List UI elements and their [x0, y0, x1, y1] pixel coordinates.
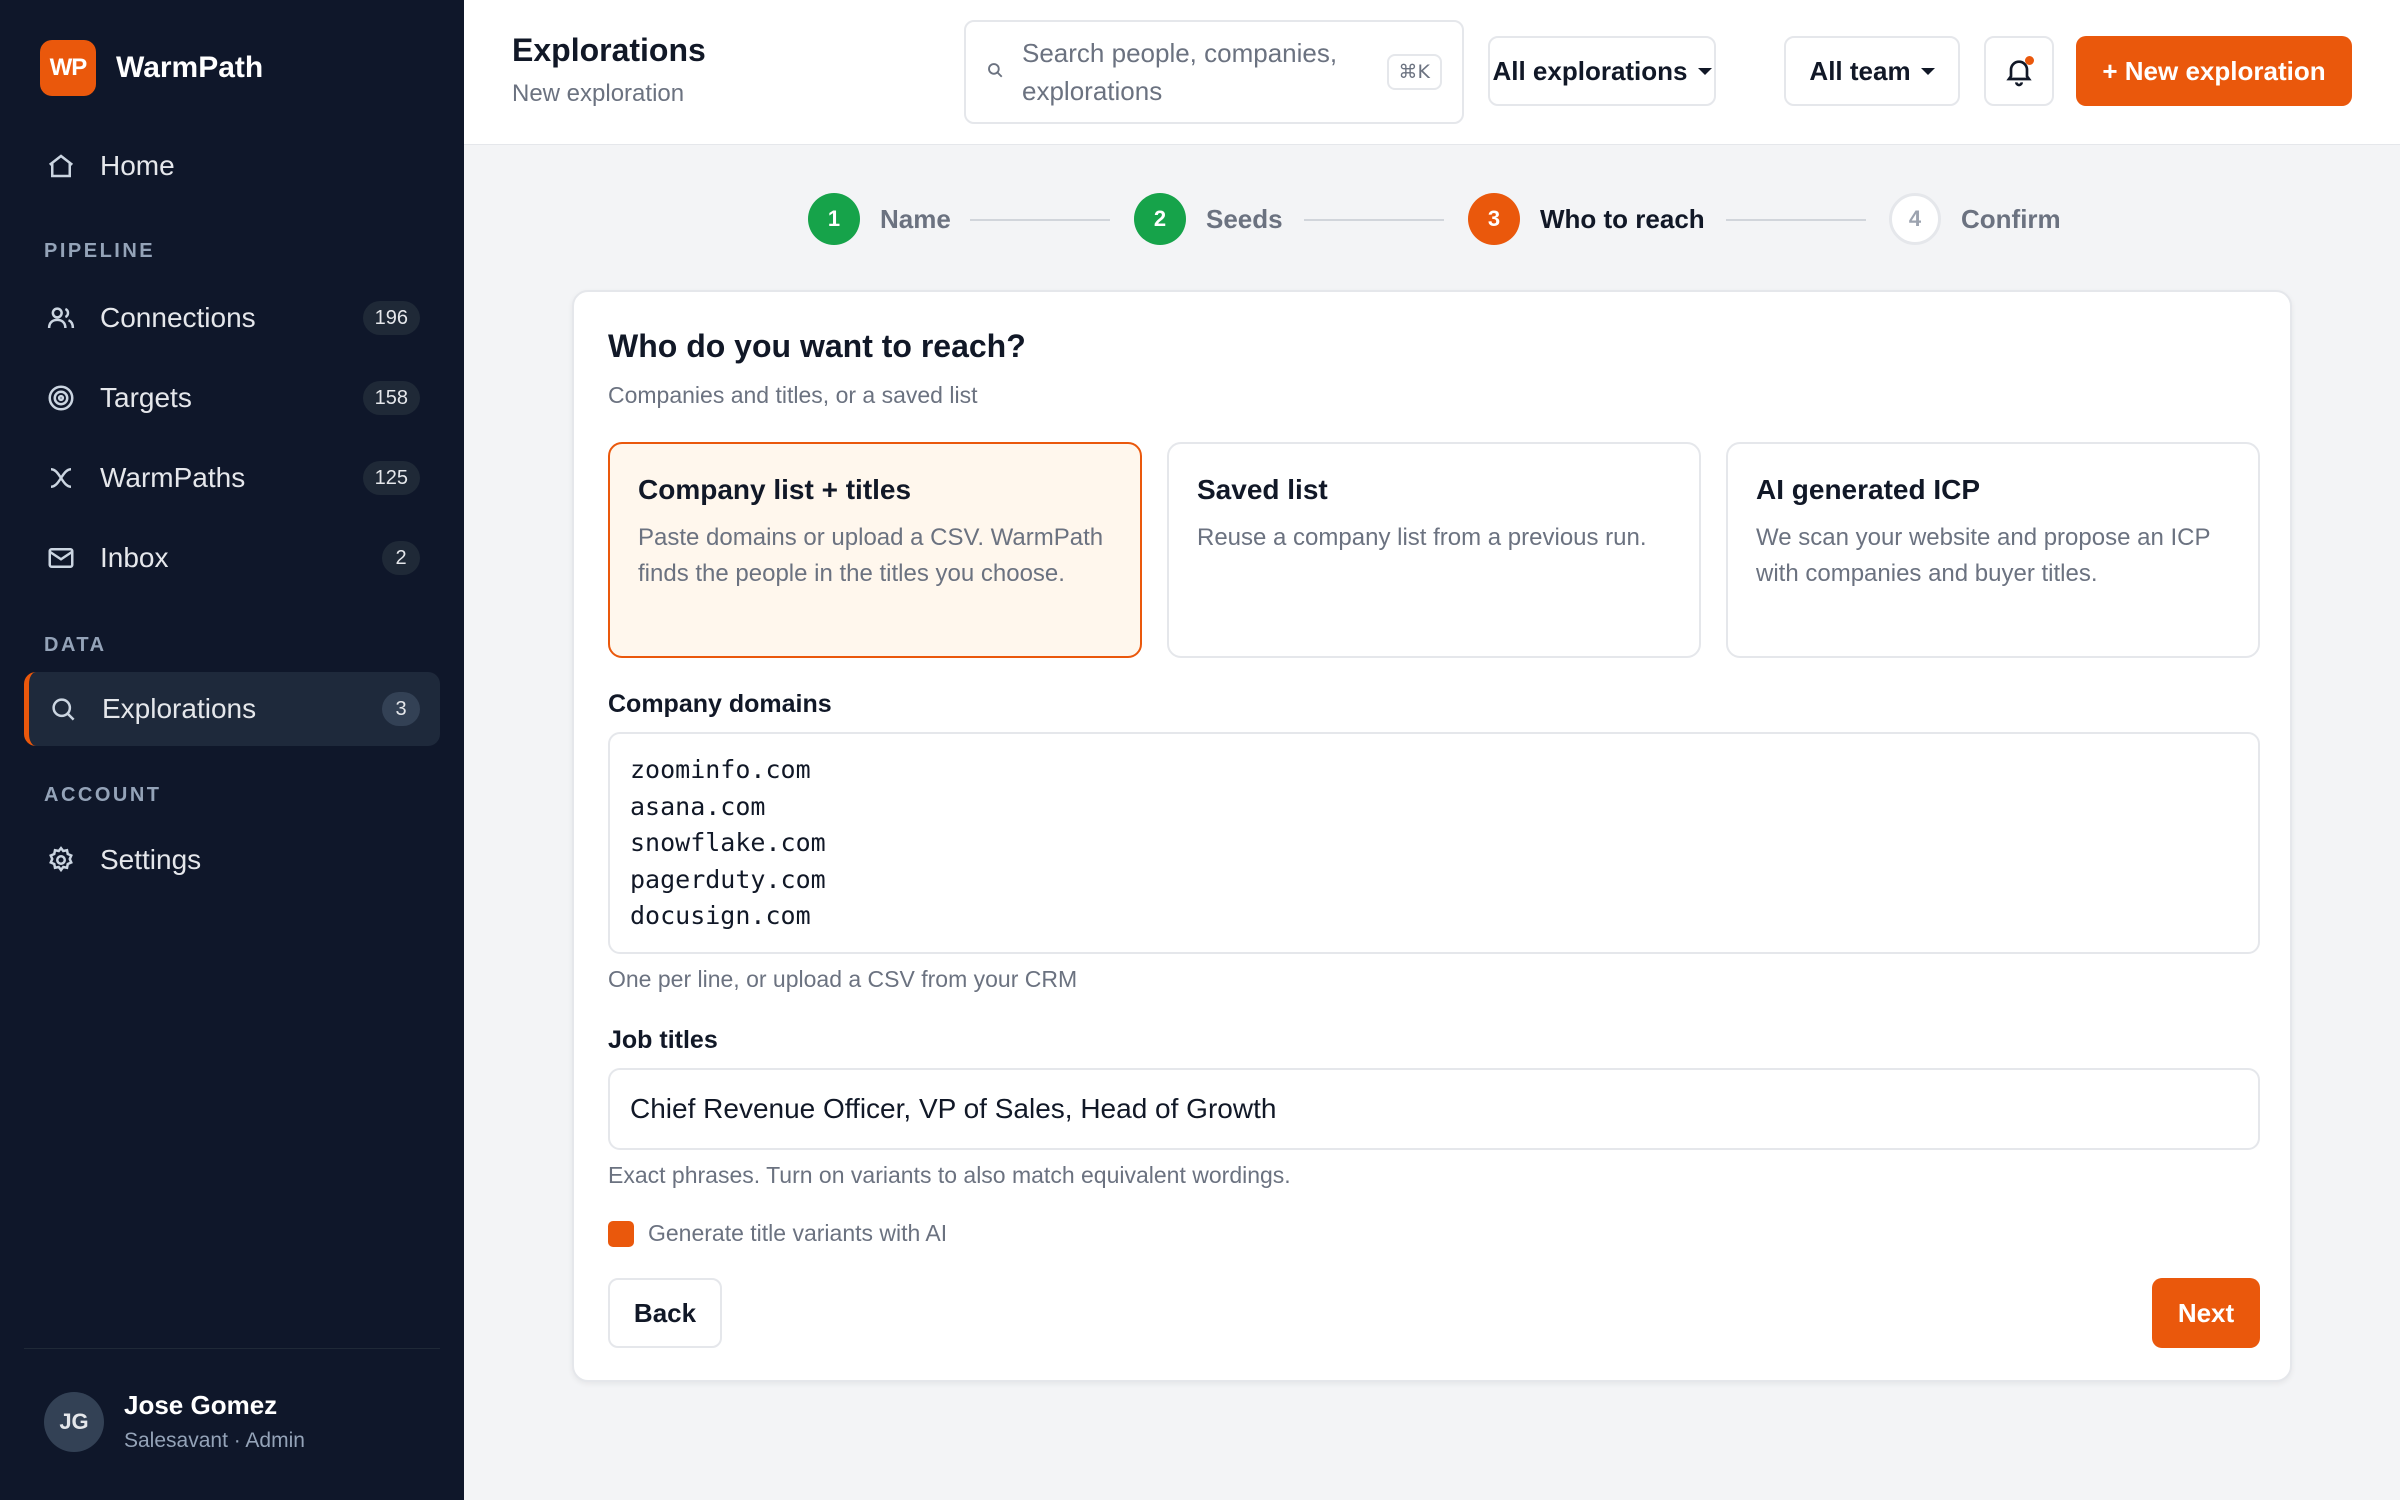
count-badge: 125	[362, 461, 420, 495]
option-ai-generated-icp[interactable]: AI generated ICP We scan your website an…	[1726, 442, 2260, 658]
mail-icon	[44, 541, 78, 575]
chevron-down-icon	[1920, 67, 1935, 75]
sidebar-item-explorations[interactable]: Explorations 3	[24, 672, 440, 746]
dropdown-label: All team	[1809, 55, 1911, 86]
count-badge: 2	[382, 541, 420, 575]
gear-icon	[44, 843, 78, 877]
card-subtitle: Companies and titles, or a saved list	[608, 382, 978, 408]
count-badge: 3	[382, 692, 420, 726]
step-label: Confirm	[1961, 203, 2061, 234]
brand-name: WarmPath	[116, 51, 264, 84]
card-title: Who do you want to reach?	[608, 328, 1026, 364]
back-button[interactable]: Back	[608, 1278, 722, 1348]
sidebar-item-home[interactable]: Home	[24, 129, 440, 203]
sidebar-item-connections[interactable]: Connections 196	[24, 281, 440, 355]
step-name[interactable]: 1 Name	[808, 193, 951, 245]
chevron-down-icon	[1697, 67, 1712, 75]
step-connector	[970, 219, 1110, 221]
sidebar-item-label: Connections	[100, 302, 256, 333]
step-number: 3	[1468, 193, 1520, 245]
user-name: Jose Gomez	[124, 1390, 278, 1420]
search-icon	[986, 61, 1004, 84]
step-number: 4	[1889, 193, 1941, 245]
dropdown-label: All explorations	[1492, 55, 1688, 86]
option-description: We scan your website and propose an ICP …	[1756, 524, 2211, 587]
user-profile[interactable]: JG Jose Gomez Salesavant · Admin	[44, 1390, 305, 1453]
step-who-to-reach[interactable]: 3 Who to reach	[1468, 193, 1705, 245]
search-input[interactable]: Search people, companies, explorations ⌘…	[964, 20, 1464, 124]
sidebar-item-label: Targets	[100, 382, 192, 413]
user-role: Salesavant · Admin	[124, 1429, 305, 1452]
step-label: Seeds	[1206, 203, 1283, 234]
option-saved-list[interactable]: Saved list Reuse a company list from a p…	[1167, 442, 1701, 658]
who-to-reach-card: Who do you want to reach? Companies and …	[572, 290, 2292, 1382]
user-info: Jose Gomez Salesavant · Admin	[124, 1390, 305, 1453]
warmpath-icon	[44, 461, 78, 495]
brand-logo: WP	[40, 40, 96, 96]
step-connector	[1726, 219, 1866, 221]
section-label-pipeline: PIPELINE	[44, 240, 156, 262]
step-label: Who to reach	[1540, 203, 1705, 234]
option-description: Paste domains or upload a CSV. WarmPath …	[638, 524, 1104, 587]
step-label: Name	[880, 203, 951, 234]
company-domains-textarea[interactable]: zoominfo.com asana.com snowflake.com pag…	[608, 732, 2260, 954]
checkbox-label: Generate title variants with AI	[648, 1220, 948, 1246]
job-titles-label: Job titles	[608, 1026, 718, 1054]
filter-team-dropdown[interactable]: All team	[1784, 36, 1960, 106]
sidebar-item-label: WarmPaths	[100, 462, 246, 493]
filter-explorations-dropdown[interactable]: All explorations	[1488, 36, 1716, 106]
keyboard-shortcut: ⌘K	[1386, 54, 1442, 90]
sidebar-item-label: Explorations	[102, 693, 257, 724]
sidebar-item-inbox[interactable]: Inbox 2	[24, 521, 440, 595]
notifications-button[interactable]	[1984, 36, 2054, 106]
sidebar-item-settings[interactable]: Settings	[24, 823, 440, 897]
sidebar: WP WarmPath Home PIPELINE Connections 19…	[0, 0, 464, 1500]
option-title: Company list + titles	[638, 474, 912, 505]
avatar: JG	[44, 1391, 104, 1452]
section-label-data: DATA	[44, 634, 107, 656]
sidebar-item-label: Inbox	[100, 542, 169, 573]
search-icon	[46, 692, 80, 726]
section-label-account: ACCOUNT	[44, 784, 162, 806]
users-icon	[44, 301, 78, 335]
step-number: 2	[1134, 193, 1186, 245]
top-header: Explorations New exploration Search peop…	[464, 0, 2400, 145]
option-title: AI generated ICP	[1756, 474, 1981, 505]
next-button[interactable]: Next	[2152, 1278, 2260, 1348]
step-seeds[interactable]: 2 Seeds	[1134, 193, 1283, 245]
job-titles-hint: Exact phrases. Turn on variants to also …	[608, 1162, 1291, 1188]
breadcrumb: New exploration	[512, 80, 685, 107]
new-exploration-button[interactable]: + New exploration	[2076, 36, 2352, 106]
home-icon	[44, 149, 78, 183]
checkbox-checked[interactable]	[608, 1220, 634, 1247]
sidebar-item-targets[interactable]: Targets 158	[24, 361, 440, 435]
domains-hint: One per line, or upload a CSV from your …	[608, 966, 1078, 992]
count-badge: 158	[362, 381, 420, 415]
option-title: Saved list	[1197, 474, 1328, 505]
target-icon	[44, 381, 78, 415]
domains-label: Company domains	[608, 690, 832, 718]
step-confirm[interactable]: 4 Confirm	[1889, 193, 2061, 245]
count-badge: 196	[362, 301, 420, 335]
step-connector	[1304, 219, 1444, 221]
option-description: Reuse a company list from a previous run…	[1197, 524, 1647, 551]
sidebar-item-warmpaths[interactable]: WarmPaths 125	[24, 441, 440, 515]
search-placeholder: Search people, companies, explorations	[1022, 38, 1338, 106]
sidebar-item-label: Home	[100, 150, 175, 181]
ai-variants-checkbox[interactable]: Generate title variants with AI	[608, 1220, 947, 1247]
notification-dot	[2025, 56, 2034, 65]
page-title: Explorations	[512, 32, 706, 68]
sidebar-item-label: Settings	[100, 844, 202, 875]
step-number: 1	[808, 193, 860, 245]
brand[interactable]: WP WarmPath	[40, 40, 263, 96]
job-titles-input[interactable]	[608, 1068, 2260, 1150]
option-company-list-titles[interactable]: Company list + titles Paste domains or u…	[608, 442, 1142, 658]
sidebar-divider	[24, 1348, 440, 1349]
